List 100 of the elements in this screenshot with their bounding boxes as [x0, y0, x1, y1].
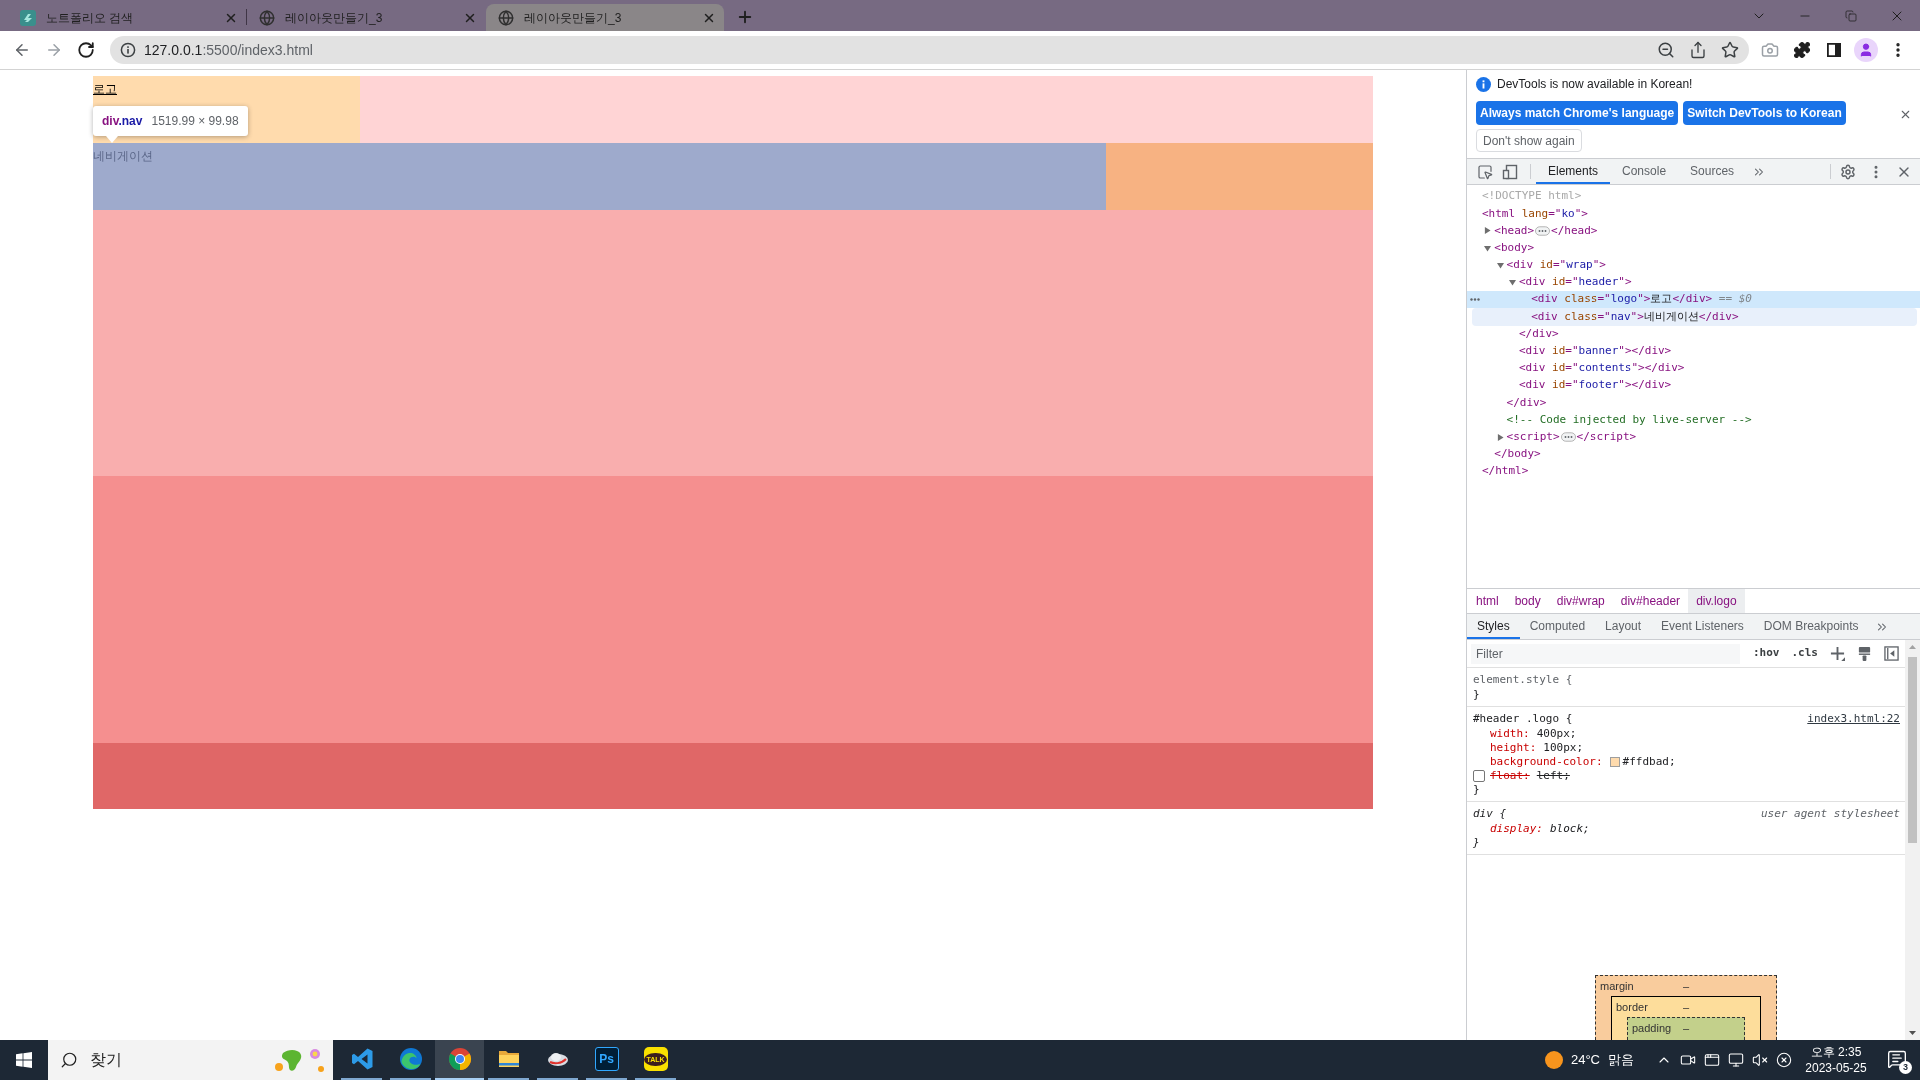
search-field[interactable]: 찾기 — [90, 1047, 240, 1073]
sidebar-toggle-icon[interactable] — [1884, 646, 1899, 661]
reload-icon[interactable] — [77, 41, 95, 59]
dom-node[interactable]: <html lang="ko"> — [1482, 205, 1588, 223]
dom-node[interactable]: <body> — [1494, 239, 1535, 257]
chrome-browser-icon[interactable] — [447, 1047, 472, 1071]
dom-node[interactable]: <div class="logo">로고</div> == $0 — [1467, 291, 1920, 309]
panel-tab[interactable]: Sources — [1678, 159, 1747, 184]
dom-node[interactable]: <div id="banner"></div> — [1518, 343, 1672, 360]
sidebar-tab[interactable]: Layout — [1595, 614, 1652, 639]
puzzle-icon[interactable] — [1793, 41, 1811, 59]
dom-node[interactable]: <!-- Code injected by live-server --> — [1506, 411, 1752, 429]
dom-node[interactable]: <div id="footer"></div> — [1518, 377, 1672, 394]
breadcrumb[interactable]: div.logo — [1688, 589, 1745, 613]
zoom-out-icon[interactable] — [1657, 41, 1675, 59]
inspect-icon[interactable] — [1477, 163, 1493, 180]
taskbar-button[interactable]: Ps — [582, 1040, 631, 1080]
breadcrumb[interactable]: div#wrap — [1548, 589, 1613, 613]
panel-tab[interactable]: Console — [1610, 159, 1679, 184]
forward-icon[interactable] — [45, 41, 63, 59]
sidebar-tab[interactable]: Event Listeners — [1651, 614, 1754, 639]
settings-icon[interactable] — [1840, 163, 1856, 180]
dom-node[interactable]: <div class="nav">네비게이션</div> — [1472, 308, 1917, 326]
sun-icon[interactable] — [1544, 1051, 1563, 1069]
scrollbar-thumb[interactable] — [1908, 657, 1917, 843]
paint-roller-icon[interactable] — [1857, 646, 1872, 661]
start-icon[interactable] — [16, 1052, 32, 1068]
profile-avatar-icon[interactable] — [1854, 38, 1878, 62]
css-value: 400px; — [1536, 727, 1577, 741]
star-icon[interactable] — [1721, 41, 1739, 59]
clock-date: 2023-05-25 — [1805, 1060, 1867, 1076]
clock-time: 오후 2:35 — [1810, 1044, 1862, 1060]
site-favicon-icon — [20, 9, 36, 26]
camera-icon[interactable] — [1761, 41, 1779, 59]
circle-x-icon[interactable] — [1776, 1052, 1792, 1068]
breadcrumb[interactable]: html — [1468, 589, 1507, 613]
dismiss-button[interactable]: Don't show again — [1476, 129, 1582, 152]
dom-node[interactable]: <div id="contents"></div> — [1518, 360, 1685, 377]
monitor-icon[interactable] — [1728, 1052, 1744, 1068]
scroll-down-icon[interactable] — [1909, 1031, 1916, 1035]
sidebar-tab[interactable]: Styles — [1467, 614, 1520, 639]
wave-browser-icon[interactable] — [398, 1047, 423, 1071]
ps-logo-icon[interactable]: Ps — [594, 1047, 619, 1071]
dom-node[interactable]: <div id="wrap"> — [1506, 257, 1606, 274]
window-icon[interactable] — [1704, 1052, 1720, 1068]
filter-field[interactable]: Filter — [1471, 643, 1740, 664]
dom-node[interactable]: <div id="header"> — [1518, 274, 1632, 291]
share-icon[interactable] — [1689, 41, 1707, 59]
dom-node[interactable]: <script> </script> — [1506, 428, 1637, 446]
disclosure-triangle-icon[interactable] — [1508, 279, 1516, 287]
language-button[interactable]: Always match Chrome's language — [1476, 101, 1679, 125]
css-value: left; — [1536, 769, 1570, 783]
disclosure-triangle-icon[interactable] — [1496, 261, 1504, 269]
closing-brace: } — [1473, 688, 1480, 702]
breadcrumb[interactable]: div#header — [1612, 589, 1689, 613]
globe-icon — [259, 9, 275, 26]
address-bar[interactable]: 127.0.0.1:5500/index3.html — [110, 36, 1749, 64]
ellipsis-icon[interactable] — [1535, 225, 1551, 236]
disclosure-triangle-icon[interactable] — [1484, 244, 1492, 252]
css-property: display: — [1490, 822, 1543, 836]
language-button[interactable]: Switch DevTools to Korean — [1683, 101, 1846, 125]
info-icon — [1476, 76, 1491, 92]
closing-brace: } — [1473, 783, 1480, 797]
dom-closing-tag[interactable]: </body> — [1494, 446, 1541, 463]
back-icon[interactable] — [13, 41, 31, 59]
dom-node[interactable]: <head> </head> — [1494, 222, 1598, 240]
dom-closing-tag[interactable]: </div> — [1518, 325, 1559, 343]
color-swatch-icon[interactable] — [1609, 757, 1620, 767]
notification-icon[interactable] — [1887, 1049, 1907, 1069]
browser-tab[interactable]: 레이아웃만들기_3 — [486, 4, 724, 31]
video-camera-icon[interactable] — [1680, 1052, 1696, 1068]
disclosure-triangle-icon[interactable] — [1496, 433, 1504, 441]
source-link[interactable]: index3.html:22 — [1807, 712, 1900, 726]
box-model-value: – — [1682, 1020, 1690, 1036]
dom-closing-tag[interactable]: </div> — [1506, 394, 1547, 412]
sidebar-tab[interactable]: Computed — [1519, 614, 1596, 639]
muted-speaker-icon[interactable] — [1752, 1052, 1768, 1068]
new-tab-icon[interactable] — [736, 8, 754, 26]
ellipsis-icon[interactable] — [1560, 432, 1576, 443]
source-label: user agent stylesheet — [1760, 807, 1900, 821]
more-dots-icon[interactable] — [1470, 298, 1480, 302]
scrollbar[interactable] — [1905, 640, 1920, 1040]
search-icon[interactable] — [60, 1051, 78, 1069]
panel-tab[interactable]: Elements — [1536, 159, 1611, 184]
device-toggle-icon[interactable] — [1502, 163, 1518, 180]
breadcrumb[interactable]: body — [1506, 589, 1549, 613]
new-rule-icon[interactable] — [1830, 646, 1845, 661]
code-editor-icon[interactable] — [349, 1047, 374, 1071]
sidebar-tab[interactable]: DOM Breakpoints — [1753, 614, 1869, 639]
search-bar[interactable]: 찾기 — [48, 1040, 333, 1080]
info-icon[interactable] — [120, 42, 136, 58]
taskbar-button[interactable] — [435, 1040, 484, 1080]
style-toggle[interactable]: .cls — [1786, 643, 1823, 664]
disclosure-triangle-icon[interactable] — [1484, 227, 1492, 235]
css-selector: div { — [1473, 807, 1507, 821]
checkbox[interactable] — [1473, 770, 1485, 782]
dom-closing-tag[interactable]: </html> — [1482, 463, 1529, 480]
style-toggle[interactable]: :hov — [1748, 643, 1785, 664]
side-panel-icon[interactable] — [1826, 42, 1842, 58]
notice-message: DevTools is now available in Korean! — [1497, 76, 1693, 93]
